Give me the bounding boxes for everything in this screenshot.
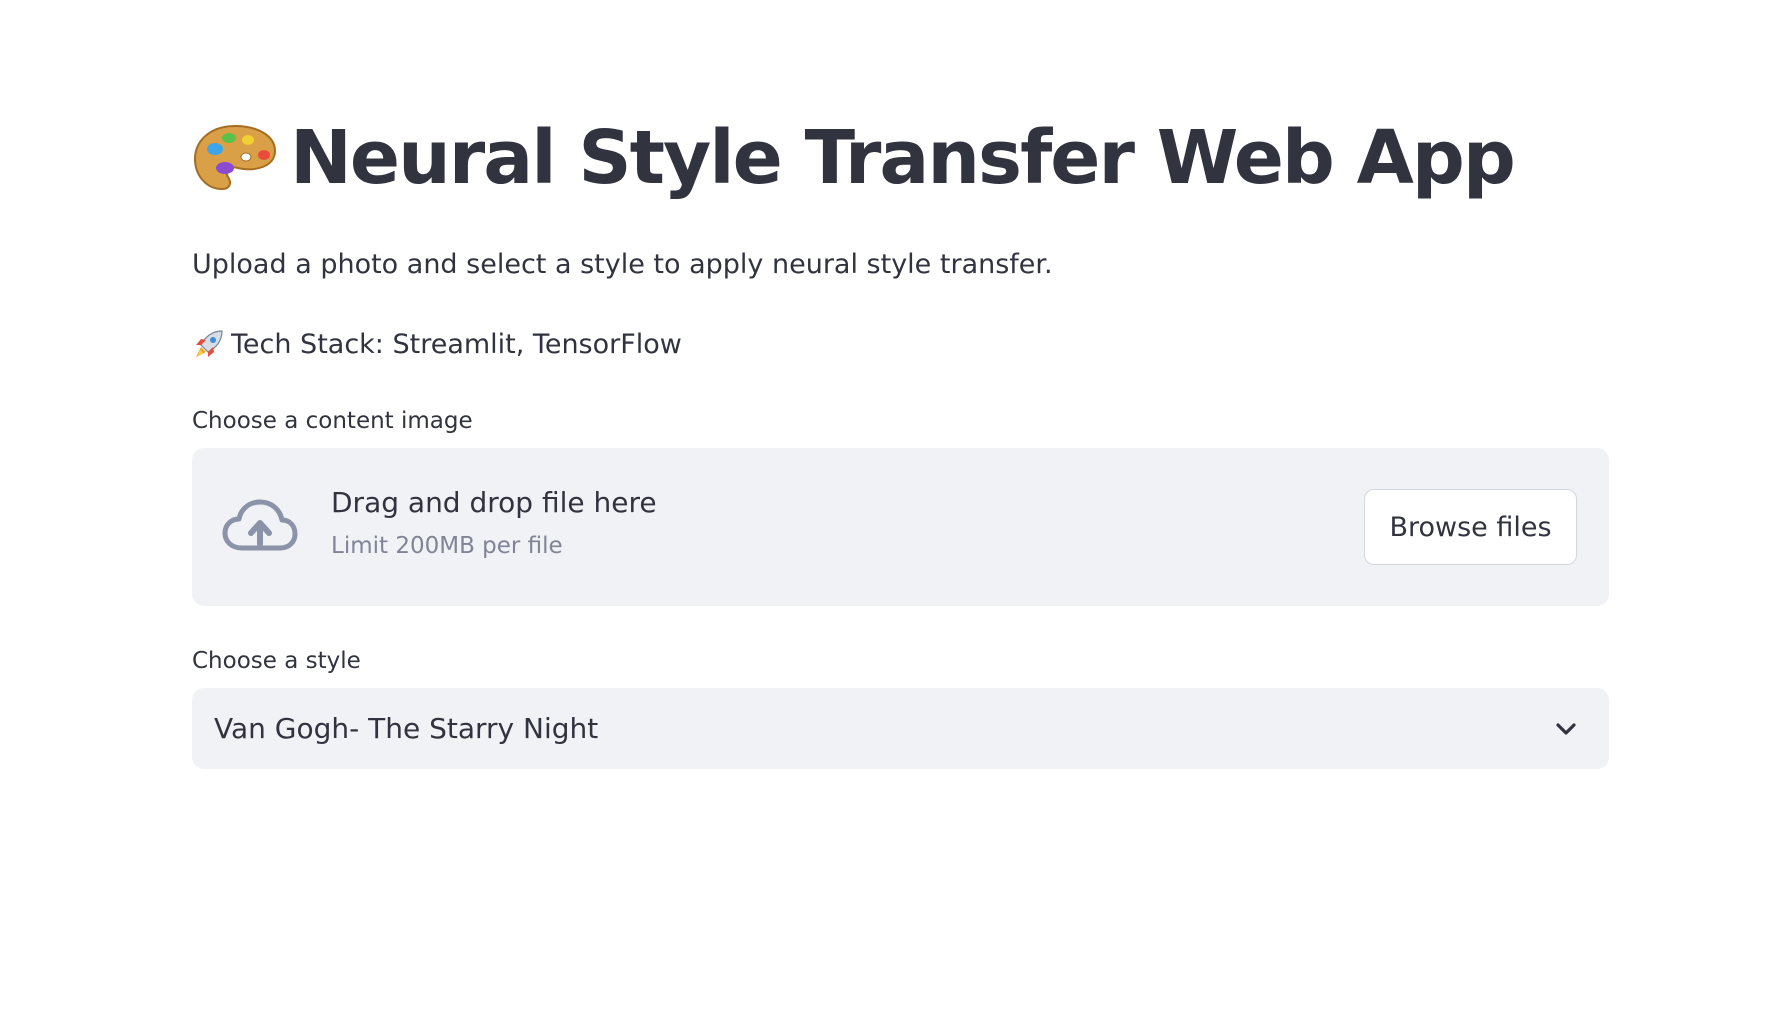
title-row: Neural Style Transfer Web App	[192, 100, 1609, 215]
tech-stack-text: Tech Stack: Streamlit, TensorFlow	[231, 329, 682, 361]
file-dropzone[interactable]: Drag and drop file here Limit 200MB per …	[192, 448, 1609, 607]
content-image-label: Choose a content image	[192, 408, 473, 435]
style-select-label: Choose a style	[192, 648, 361, 675]
rocket-icon	[196, 330, 223, 358]
artist-palette-icon	[193, 124, 277, 190]
page-title: Neural Style Transfer Web App	[290, 114, 1516, 201]
app-description: Upload a photo and select a style to app…	[192, 249, 1053, 280]
cloud-upload-icon	[222, 499, 298, 551]
style-select-value: Van Gogh- The Starry Night	[214, 712, 599, 746]
dropzone-limit: Limit 200MB per file	[331, 533, 563, 560]
browse-files-button[interactable]: Browse files	[1364, 489, 1577, 566]
chevron-down-icon[interactable]	[1553, 716, 1579, 742]
dropzone-text: Drag and drop file here Limit 200MB per …	[331, 486, 657, 559]
style-select[interactable]: Van Gogh- The Starry Night	[192, 688, 1609, 770]
main-content: Neural Style Transfer Web App Upload a p…	[192, 100, 1609, 770]
dropzone-title: Drag and drop file here	[331, 486, 657, 520]
app-page: Neural Style Transfer Web App Upload a p…	[0, 0, 1788, 1014]
tech-stack-line: Tech Stack: Streamlit, TensorFlow	[192, 328, 1609, 361]
